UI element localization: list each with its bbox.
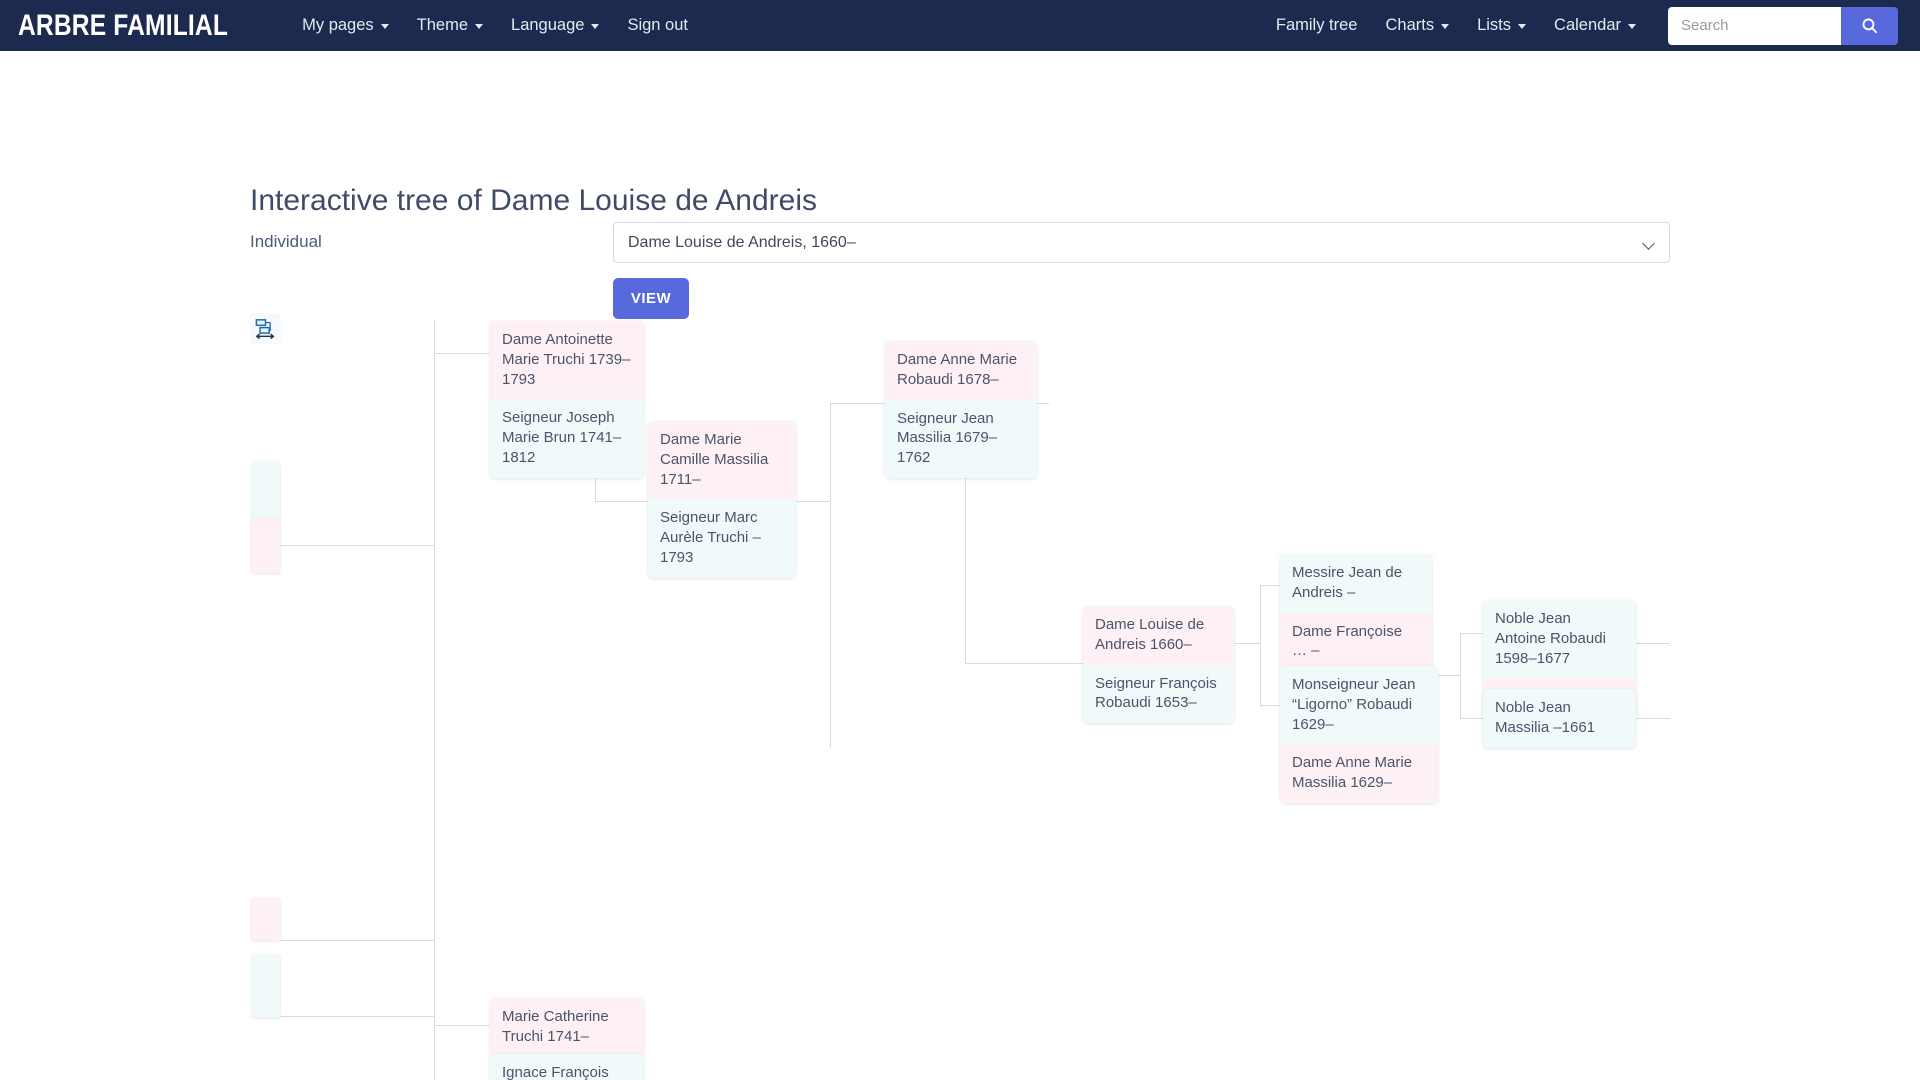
connector-line: [796, 501, 830, 502]
connector-line: [280, 1016, 434, 1017]
nav-label: Sign out: [627, 16, 688, 34]
nav-label: Language: [511, 16, 585, 34]
person-box[interactable]: Ignace François Truchi 1743–: [490, 1054, 644, 1080]
nav-item-language[interactable]: Language: [497, 10, 613, 41]
tree-expand-glyph: [255, 318, 274, 339]
family-box: Monseigneur Jean “Ligorno” Robaudi 1629–…: [1280, 666, 1438, 803]
individual-select-value: Dame Louise de Andreis, 1660–: [628, 233, 856, 251]
person-box[interactable]: Dame Anne Marie Robaudi 1678–: [885, 341, 1037, 400]
family-box: Dame Anne Marie Robaudi 1678– Seigneur Je…: [885, 341, 1037, 478]
person-box[interactable]: Marie Catherine Truchi 1741–: [490, 998, 644, 1057]
nav-item-theme[interactable]: Theme: [403, 10, 497, 41]
chevron-down-icon: [1518, 24, 1527, 29]
connector-line: [1037, 403, 1049, 404]
person-box[interactable]: Seigneur Joseph Marie Brun 1741–1812: [490, 399, 644, 478]
person-box[interactable]: Seigneur François Robaudi 1653–: [1083, 664, 1234, 724]
person-box[interactable]: Dame Antoinette Marie Truchi 1739–1793: [490, 321, 644, 400]
connector-line: [1234, 643, 1260, 644]
family-box: Dame Louise de Andreis 1660– Seigneur Fra…: [1083, 606, 1234, 724]
connector-line: [1636, 718, 1670, 719]
family-box: Marie Catherine Truchi 1741–: [490, 998, 644, 1057]
clipped-box-fill: [250, 461, 280, 517]
clipped-person-box[interactable]: [250, 898, 280, 940]
connector-line: [830, 403, 831, 748]
connector-line: [1260, 705, 1282, 706]
individual-label: Individual: [250, 232, 322, 251]
nav-label: Calendar: [1554, 16, 1621, 34]
clipped-box-fill: [250, 517, 280, 573]
navbar: ARBRE FAMILIAL My pages Theme Language S…: [0, 0, 1920, 51]
connector-line: [1636, 643, 1670, 644]
page-body: Interactive tree of Dame Louise de Andre…: [0, 51, 1920, 1080]
connector-line: [1260, 585, 1282, 586]
nav-item-sign-out[interactable]: Sign out: [613, 10, 702, 41]
nav-item-calendar[interactable]: Calendar: [1540, 10, 1650, 41]
brand-logo[interactable]: ARBRE FAMILIAL: [18, 9, 228, 43]
nav-label: Lists: [1477, 16, 1512, 34]
connector-line: [1260, 585, 1261, 705]
person-box[interactable]: Messire Jean de Andreis –: [1280, 554, 1432, 613]
clipped-box-fill: [250, 954, 280, 1017]
connector-line: [434, 353, 492, 354]
person-box[interactable]: Seigneur Jean Massilia 1679–1762: [885, 399, 1037, 478]
page-title: Interactive tree of Dame Louise de Andre…: [250, 184, 817, 218]
family-box: Dame Antoinette Marie Truchi 1739–1793 Se…: [490, 321, 644, 478]
connector-line: [434, 321, 435, 1080]
search-button[interactable]: [1841, 6, 1898, 45]
connector-line: [434, 1025, 492, 1026]
person-box[interactable]: Dame Anne Marie Massilia 1629–: [1280, 744, 1438, 803]
connector-line: [280, 545, 434, 546]
nav-item-family-tree[interactable]: Family tree: [1262, 10, 1372, 41]
nav-item-charts[interactable]: Charts: [1371, 10, 1463, 41]
connector-line: [1460, 633, 1461, 718]
clipped-person-box[interactable]: [250, 517, 280, 573]
connector-line: [830, 403, 886, 404]
person-box[interactable]: Monseigneur Jean “Ligorno” Robaudi 1629–: [1280, 666, 1438, 745]
individual-select[interactable]: Dame Louise de Andreis, 1660–: [613, 222, 1670, 263]
search-icon: [1862, 18, 1878, 34]
chevron-down-icon: [1642, 237, 1655, 250]
nav-left-group: My pages Theme Language Sign out: [288, 10, 702, 41]
connector-line: [595, 501, 651, 502]
chevron-down-icon: [591, 24, 600, 29]
family-box: Noble Jean Massilia –1661: [1483, 689, 1636, 748]
interactive-tree-canvas[interactable]: Dame Antoinette Marie Truchi 1739–1793 Se…: [250, 313, 1670, 1080]
connector-line: [1438, 675, 1460, 676]
connector-line: [1460, 633, 1484, 634]
connector-line: [280, 940, 434, 941]
clipped-box-fill: [250, 898, 280, 940]
individual-form-row: Individual Dame Louise de Andreis, 1660–…: [250, 222, 1670, 319]
nav-right-group: Family tree Charts Lists Calendar: [1262, 6, 1898, 45]
clipped-person-box[interactable]: [250, 954, 280, 1017]
person-box[interactable]: Seigneur Marc Aurèle Truchi –1793: [648, 499, 796, 578]
nav-label: My pages: [302, 16, 374, 34]
clipped-person-box[interactable]: [250, 461, 280, 517]
nav-label: Theme: [416, 16, 469, 34]
nav-item-my-pages[interactable]: My pages: [288, 10, 403, 41]
person-box[interactable]: Dame Louise de Andreis 1660–: [1083, 606, 1234, 665]
nav-label: Family tree: [1275, 16, 1358, 34]
search-input[interactable]: [1668, 6, 1841, 45]
search-group: [1668, 6, 1898, 45]
connector-line: [1460, 718, 1484, 719]
nav-label: Charts: [1385, 16, 1435, 34]
chevron-down-icon: [1628, 24, 1636, 29]
family-box: Dame Marie Camille Massilia 1711– Seigneu…: [648, 421, 796, 578]
person-box[interactable]: Noble Jean Antoine Robaudi 1598–1677: [1483, 600, 1636, 679]
nav-item-lists[interactable]: Lists: [1463, 10, 1540, 41]
chevron-down-icon: [1441, 24, 1450, 29]
family-box: Messire Jean de Andreis – Dame Françoise …: [1280, 554, 1432, 672]
person-box[interactable]: Dame Marie Camille Massilia 1711–: [648, 421, 796, 500]
person-box[interactable]: Noble Jean Massilia –1661: [1483, 689, 1636, 748]
connector-line: [965, 663, 1085, 664]
family-box: Ignace François Truchi 1743–: [490, 1054, 644, 1080]
person-box[interactable]: Dame Françoise … –: [1280, 612, 1432, 672]
chevron-down-icon: [475, 24, 484, 29]
chevron-down-icon: [380, 24, 389, 29]
tree-expand-icon[interactable]: [250, 313, 281, 344]
individual-control-wrap: Dame Louise de Andreis, 1660– VIEW: [613, 222, 1670, 319]
